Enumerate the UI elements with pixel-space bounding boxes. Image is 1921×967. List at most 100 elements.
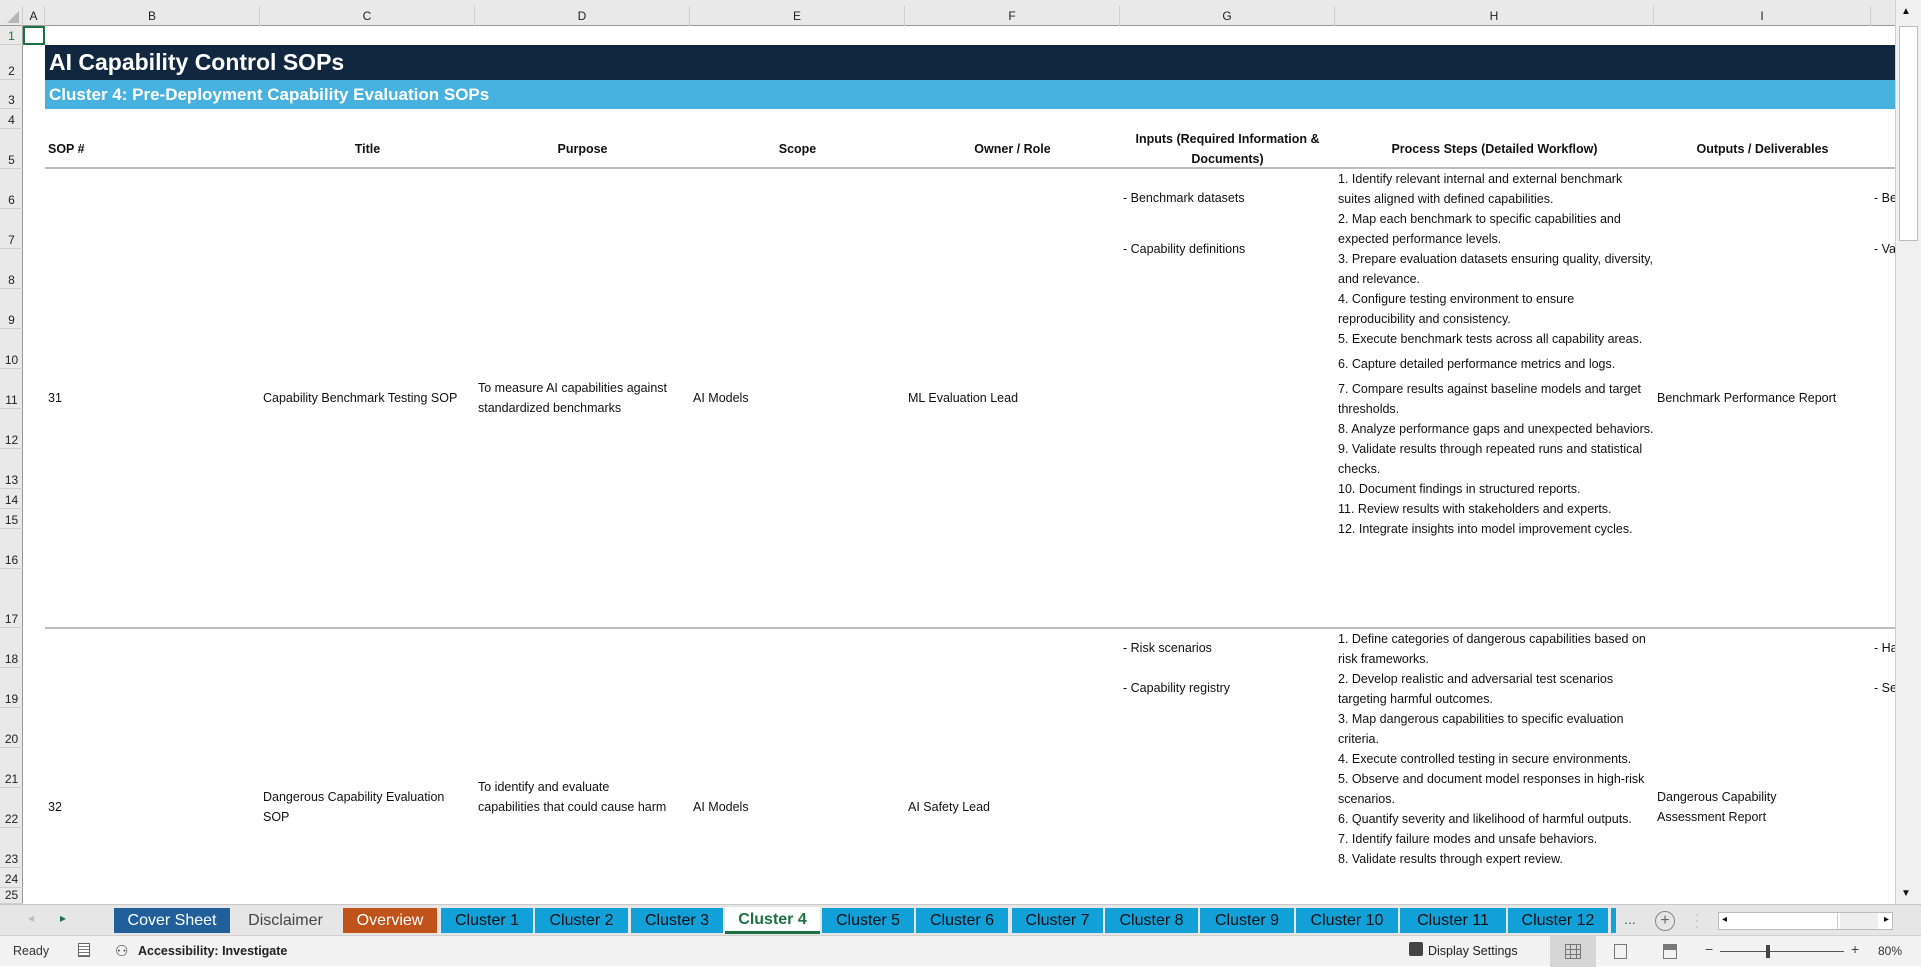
row-header[interactable]: 13	[0, 449, 23, 489]
sop-purpose[interactable]: To measure AI capabilities against stand…	[478, 378, 688, 418]
selected-cell-a1[interactable]	[23, 26, 45, 45]
normal-view-button[interactable]	[1550, 936, 1596, 967]
step: 11. Review results with stakeholders and…	[1338, 502, 1612, 516]
sop-title[interactable]: Dangerous Capability Evaluation SOP	[263, 787, 468, 827]
display-settings-button[interactable]: Display Settings	[1428, 944, 1518, 958]
tab-cluster-10[interactable]: Cluster 10	[1296, 908, 1398, 933]
tab-scroll-right-icon[interactable]: ▸	[60, 911, 66, 925]
row-header[interactable]: 20	[0, 708, 23, 748]
tab-cluster-9[interactable]: Cluster 9	[1200, 908, 1294, 933]
tab-cluster-4[interactable]: Cluster 4	[725, 907, 820, 934]
sop-steps[interactable]: 1. Identify relevant internal and extern…	[1338, 169, 1654, 539]
row-header[interactable]: 2	[0, 45, 23, 80]
column-header[interactable]: E	[690, 6, 905, 26]
tab-cluster-6[interactable]: Cluster 6	[916, 908, 1008, 933]
tab-cluster-5[interactable]: Cluster 5	[822, 908, 914, 933]
sop-purpose[interactable]: To identify and evaluate capabilities th…	[478, 777, 673, 817]
sop-input[interactable]: - Capability definitions	[1123, 239, 1245, 259]
tab-cover-sheet[interactable]: Cover Sheet	[114, 908, 230, 933]
row-header[interactable]: 18	[0, 628, 23, 668]
macro-record-icon[interactable]	[78, 943, 90, 957]
row-header[interactable]: 21	[0, 748, 23, 788]
scroll-down-icon[interactable]: ▼	[1901, 888, 1911, 899]
add-sheet-icon[interactable]: +	[1655, 911, 1675, 931]
column-header[interactable]: B	[45, 6, 260, 26]
display-settings-icon[interactable]	[1409, 942, 1423, 956]
row-header[interactable]: 8	[0, 249, 23, 289]
sop-input[interactable]: - Risk scenarios	[1123, 638, 1212, 658]
row-header[interactable]: 7	[0, 209, 23, 249]
sop-input[interactable]: - Benchmark datasets	[1123, 188, 1245, 208]
horizontal-scrollbar[interactable]: ◂ ▸	[1718, 912, 1893, 930]
column-header[interactable]: G	[1120, 6, 1335, 26]
row-header[interactable]: 11	[0, 369, 23, 409]
tab-cluster-2[interactable]: Cluster 2	[535, 908, 628, 933]
sop-output[interactable]: Dangerous Capability Assessment Report	[1657, 787, 1827, 827]
row-header[interactable]: 16	[0, 529, 23, 569]
column-header[interactable]: C	[260, 6, 475, 26]
sop-output[interactable]: Benchmark Performance Report	[1657, 388, 1836, 408]
column-header[interactable]: F	[905, 6, 1120, 26]
row-header[interactable]: 9	[0, 289, 23, 329]
column-header[interactable]: D	[475, 6, 690, 26]
sop-owner[interactable]: AI Safety Lead	[908, 797, 990, 817]
zoom-level[interactable]: 80%	[1878, 944, 1902, 958]
scroll-left-icon[interactable]: ◂	[1722, 914, 1727, 925]
row-header[interactable]: 23	[0, 828, 23, 868]
zoom-slider-handle[interactable]	[1766, 945, 1770, 958]
row-header[interactable]: 15	[0, 509, 23, 529]
sop-scope[interactable]: AI Models	[693, 797, 749, 817]
row-header[interactable]: 12	[0, 409, 23, 449]
tab-disclaimer[interactable]: Disclaimer	[230, 908, 341, 933]
row-header[interactable]: 10	[0, 329, 23, 369]
row-header[interactable]: 3	[0, 80, 23, 109]
vertical-scrollbar[interactable]: ▲ ▼	[1895, 0, 1921, 904]
tab-scroll-left-icon[interactable]: ◂	[28, 911, 34, 925]
column-header[interactable]: A	[23, 6, 45, 26]
select-all-button[interactable]	[0, 6, 23, 26]
accessibility-icon[interactable]: ⚇	[115, 942, 128, 960]
tab-cluster-1[interactable]: Cluster 1	[441, 908, 533, 933]
column-header[interactable]: H	[1335, 6, 1654, 26]
tab-cluster-7[interactable]: Cluster 7	[1012, 908, 1103, 933]
tab-cluster-3[interactable]: Cluster 3	[631, 908, 723, 933]
tab-splitter-handle[interactable]: · · ·	[1695, 908, 1699, 932]
sop-number[interactable]: 32	[48, 797, 62, 817]
hscroll-thumb[interactable]	[1733, 913, 1838, 929]
sop-title[interactable]: Capability Benchmark Testing SOP	[263, 388, 475, 408]
row-header[interactable]: 5	[0, 129, 23, 169]
zoom-out-button[interactable]: −	[1705, 941, 1713, 957]
sop-number[interactable]: 31	[48, 388, 62, 408]
tab-hidden-partial[interactable]	[1611, 908, 1616, 933]
row-header[interactable]: 25	[0, 888, 23, 904]
page-layout-icon[interactable]	[1614, 944, 1627, 959]
zoom-slider[interactable]	[1720, 951, 1844, 952]
row-header[interactable]: 17	[0, 569, 23, 628]
page-break-preview-icon[interactable]	[1663, 944, 1677, 959]
tab-cluster-8[interactable]: Cluster 8	[1105, 908, 1198, 933]
row-header[interactable]: 24	[0, 868, 23, 888]
row-header[interactable]: 14	[0, 489, 23, 509]
row-header[interactable]: 1	[0, 26, 23, 45]
step: 2. Develop realistic and adversarial tes…	[1338, 672, 1614, 706]
more-tabs-button[interactable]: ...	[1624, 911, 1636, 927]
accessibility-status[interactable]: Accessibility: Investigate	[138, 944, 287, 958]
status-bar: Ready ⚇ Accessibility: Investigate Displ…	[0, 935, 1921, 967]
scroll-right-icon[interactable]: ▸	[1884, 914, 1889, 925]
sop-scope[interactable]: AI Models	[693, 388, 749, 408]
column-header[interactable]: I	[1654, 6, 1871, 26]
row-header[interactable]: 4	[0, 109, 23, 129]
tab-cluster-12[interactable]: Cluster 12	[1508, 908, 1608, 933]
hscroll-track	[1840, 913, 1878, 929]
sop-owner[interactable]: ML Evaluation Lead	[908, 388, 1018, 408]
sop-input[interactable]: - Capability registry	[1123, 678, 1230, 698]
row-header[interactable]: 22	[0, 788, 23, 828]
row-header[interactable]: 19	[0, 668, 23, 708]
scroll-thumb[interactable]	[1899, 26, 1918, 241]
row-header[interactable]: 6	[0, 169, 23, 209]
tab-overview[interactable]: Overview	[343, 908, 437, 933]
zoom-in-button[interactable]: +	[1851, 941, 1859, 957]
scroll-up-icon[interactable]: ▲	[1901, 6, 1911, 17]
sop-steps[interactable]: 1. Define categories of dangerous capabi…	[1338, 629, 1654, 904]
tab-cluster-11[interactable]: Cluster 11	[1400, 908, 1506, 933]
